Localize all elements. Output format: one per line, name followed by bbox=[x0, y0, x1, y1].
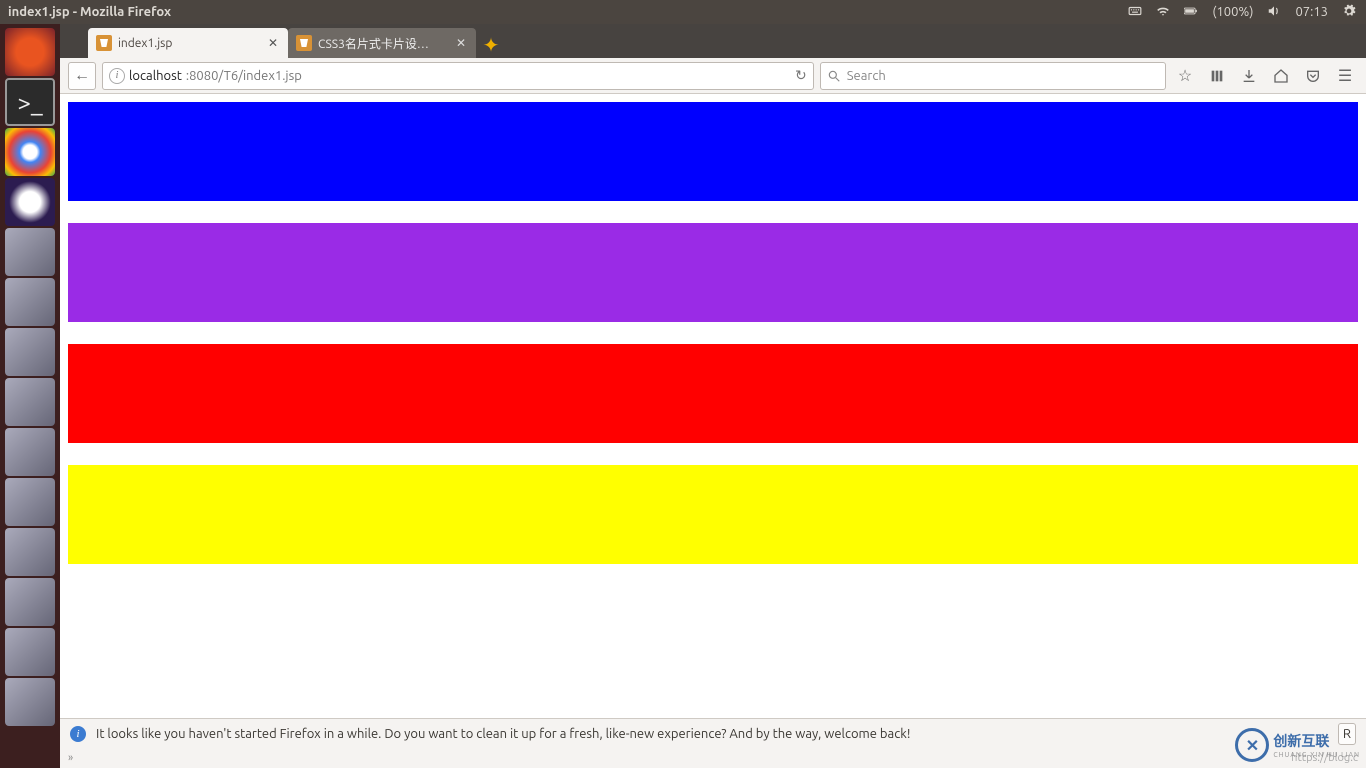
system-menubar: index1.jsp - Mozilla Firefox (100%) 07:1… bbox=[0, 0, 1366, 24]
color-bar-2 bbox=[68, 223, 1358, 322]
notification-button[interactable]: R bbox=[1338, 723, 1356, 745]
unity-launcher: >_ bbox=[0, 24, 60, 768]
search-placeholder: Search bbox=[847, 69, 886, 83]
downloads-icon[interactable] bbox=[1236, 62, 1262, 90]
info-icon: i bbox=[70, 726, 86, 742]
tab-strip: index1.jsp ✕ CSS3名片式卡片设… ✕ ✦ bbox=[60, 24, 1366, 58]
launcher-app-5[interactable] bbox=[5, 228, 55, 276]
pocket-icon[interactable] bbox=[1300, 62, 1326, 90]
launcher-terminal[interactable]: >_ bbox=[5, 78, 55, 126]
color-bar-3 bbox=[68, 344, 1358, 443]
favicon-icon bbox=[96, 35, 112, 51]
wifi-icon[interactable] bbox=[1156, 4, 1170, 21]
launcher-eclipse[interactable] bbox=[5, 178, 55, 226]
volume-icon[interactable] bbox=[1267, 4, 1281, 21]
keyboard-icon[interactable] bbox=[1128, 4, 1142, 21]
battery-percent: (100%) bbox=[1212, 5, 1253, 19]
status-chevron: » bbox=[68, 752, 73, 764]
launcher-app-6[interactable] bbox=[5, 278, 55, 326]
back-button[interactable]: ← bbox=[68, 62, 96, 90]
tab-close-button[interactable]: ✕ bbox=[266, 36, 280, 50]
url-bar[interactable]: i localhost :8080/T6/index1.jsp ↻ bbox=[102, 62, 814, 90]
home-icon[interactable] bbox=[1268, 62, 1294, 90]
site-info-icon[interactable]: i bbox=[109, 68, 125, 84]
tab-active[interactable]: index1.jsp ✕ bbox=[88, 28, 288, 58]
launcher-app-12[interactable] bbox=[5, 578, 55, 626]
bookmark-star-icon[interactable]: ☆ bbox=[1172, 62, 1198, 90]
status-hint-url: https://blog.c bbox=[1291, 752, 1358, 764]
browser-toolbar: ← i localhost :8080/T6/index1.jsp ↻ Searc… bbox=[60, 58, 1366, 94]
gear-icon[interactable] bbox=[1342, 4, 1358, 20]
launcher-app-7[interactable] bbox=[5, 328, 55, 376]
notification-message: It looks like you haven't started Firefo… bbox=[96, 727, 910, 741]
launcher-app-10[interactable] bbox=[5, 478, 55, 526]
hamburger-menu-icon[interactable]: ☰ bbox=[1332, 62, 1358, 90]
launcher-app-9[interactable] bbox=[5, 428, 55, 476]
launcher-app-14[interactable] bbox=[5, 678, 55, 726]
page-content bbox=[60, 94, 1366, 768]
launcher-dash[interactable] bbox=[5, 28, 55, 76]
tab-inactive[interactable]: CSS3名片式卡片设… ✕ bbox=[288, 28, 476, 58]
notification-bar: i It looks like you haven't started Fire… bbox=[60, 718, 1366, 748]
search-icon bbox=[827, 69, 841, 83]
favicon-icon bbox=[296, 35, 312, 51]
status-bar: » https://blog.c bbox=[60, 748, 1366, 768]
url-path: :8080/T6/index1.jsp bbox=[186, 69, 302, 83]
color-bar-4 bbox=[68, 465, 1358, 564]
clock: 07:13 bbox=[1295, 5, 1328, 19]
browser-window: index1.jsp ✕ CSS3名片式卡片设… ✕ ✦ ← i localho… bbox=[60, 24, 1366, 768]
window-title: index1.jsp - Mozilla Firefox bbox=[8, 5, 1128, 19]
tab-title: CSS3名片式卡片设… bbox=[318, 35, 448, 52]
library-icon[interactable] bbox=[1204, 62, 1230, 90]
system-tray: (100%) 07:13 bbox=[1128, 4, 1366, 21]
tab-title: index1.jsp bbox=[118, 37, 260, 50]
launcher-app-11[interactable] bbox=[5, 528, 55, 576]
launcher-app-8[interactable] bbox=[5, 378, 55, 426]
search-bar[interactable]: Search bbox=[820, 62, 1166, 90]
launcher-app-13[interactable] bbox=[5, 628, 55, 676]
new-tab-button[interactable]: ✦ bbox=[476, 32, 506, 58]
tab-close-button[interactable]: ✕ bbox=[454, 36, 468, 50]
launcher-chrome[interactable] bbox=[5, 128, 55, 176]
color-bar-1 bbox=[68, 102, 1358, 201]
battery-icon[interactable] bbox=[1184, 4, 1198, 21]
reload-button[interactable]: ↻ bbox=[795, 67, 807, 84]
url-host: localhost bbox=[129, 69, 182, 83]
